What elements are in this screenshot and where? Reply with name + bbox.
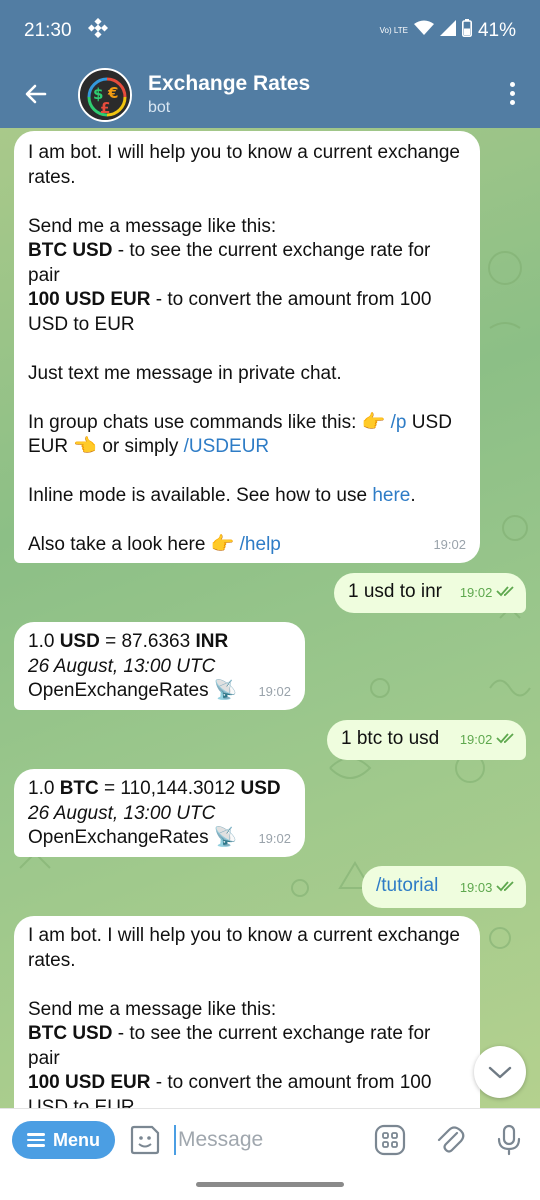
message-bubble-incoming[interactable]: I am bot. I will help you to know a curr…	[14, 916, 480, 1108]
message-text: 1 btc to usd	[341, 728, 440, 749]
message-text: = 110,144.3012	[98, 778, 241, 799]
binance-notification-icon	[87, 17, 109, 44]
message-text: Also take a look here 👉	[28, 534, 240, 555]
message-bold-text: BTC USD	[28, 240, 113, 261]
currency-code: USD	[59, 631, 100, 652]
message-bold-text: 100 USD EUR	[28, 1072, 151, 1093]
scroll-down-button[interactable]	[474, 1046, 526, 1098]
message-time: 19:03	[459, 879, 493, 895]
message-time: 19:02	[433, 536, 466, 552]
chat-title[interactable]: Exchange Rates	[148, 72, 310, 96]
svg-text:£: £	[100, 99, 110, 117]
message-input-bar: Menu	[0, 1108, 540, 1170]
system-navigation-bar	[0, 1170, 540, 1200]
message-text: Just text me message in private chat.	[28, 362, 342, 384]
sticker-icon[interactable]	[128, 1123, 162, 1157]
chat-header: $ € £ Exchange Rates bot	[0, 62, 540, 128]
message-text: 1.0	[28, 631, 60, 652]
message-text: I am bot. I will help you to know a curr…	[28, 925, 460, 971]
clock: 21:30	[24, 20, 72, 41]
message-text: .	[410, 485, 416, 506]
inline-help-link[interactable]: here	[372, 485, 410, 506]
message-bubble-outgoing[interactable]: /tutorial 19:03	[362, 866, 526, 908]
status-bar: 21:30 Vo) LTE 41%	[0, 0, 540, 62]
more-vertical-icon[interactable]	[500, 78, 524, 114]
double-check-icon	[496, 732, 516, 747]
message-text: 1 usd to inr	[348, 581, 442, 602]
message-time: 19:02	[258, 830, 291, 846]
currency-code: USD	[240, 778, 281, 799]
message-bubble-incoming[interactable]: 1.0 USD = 87.6363 INR 26 August, 13:00 U…	[14, 622, 305, 710]
message-bold-text: 100 USD EUR	[28, 289, 151, 310]
command-link-usdeur[interactable]: /USDEUR	[184, 436, 270, 457]
currency-code: BTC	[59, 778, 99, 799]
command-link-p[interactable]: /p	[391, 412, 407, 433]
arrow-left-icon[interactable]	[18, 76, 54, 112]
message-bubble-outgoing[interactable]: 1 btc to usd 19:02	[327, 720, 526, 760]
wifi-icon	[413, 20, 434, 42]
message-bubble-incoming[interactable]: 1.0 BTC = 110,144.3012 USD 26 August, 13…	[14, 769, 305, 857]
microphone-icon[interactable]	[492, 1123, 526, 1157]
message-text: 1.0	[28, 778, 60, 799]
message-bubble-outgoing[interactable]: 1 usd to inr 19:02	[334, 573, 526, 613]
bot-avatar[interactable]: $ € £	[78, 68, 132, 122]
message-text: I am bot. I will help you to know a curr…	[28, 142, 460, 188]
rate-source: OpenExchangeRates 📡	[28, 680, 238, 701]
signal-icon	[439, 20, 456, 42]
attach-icon[interactable]	[433, 1123, 467, 1157]
chevron-down-icon	[488, 1066, 512, 1079]
message-text: = 87.6363	[99, 631, 196, 652]
battery-percent: 41%	[477, 20, 516, 41]
message-text: In group chats use commands like this: 👉	[28, 411, 391, 433]
bot-keyboard-icon[interactable]	[373, 1123, 407, 1157]
menu-button-label: Menu	[53, 1129, 100, 1150]
message-time: 19:02	[258, 683, 291, 699]
double-check-icon	[496, 880, 516, 895]
currency-code: INR	[195, 631, 229, 652]
double-check-icon	[496, 585, 516, 600]
chat-subtitle: bot	[148, 99, 171, 116]
rate-source: OpenExchangeRates 📡	[28, 827, 238, 848]
menu-icon	[27, 1130, 45, 1150]
message-text: Inline mode is available. See how to use	[28, 485, 373, 506]
bot-menu-button[interactable]: Menu	[12, 1121, 115, 1159]
message-text: Send me a message like this:	[28, 215, 277, 237]
message-time: 19:02	[459, 584, 493, 600]
rate-date: 26 August, 13:00 UTC	[28, 655, 216, 677]
command-link-help[interactable]: /help	[240, 534, 281, 555]
message-input[interactable]	[174, 1125, 354, 1155]
home-gesture-handle[interactable]	[196, 1182, 344, 1187]
rate-date: 26 August, 13:00 UTC	[28, 802, 216, 824]
battery-icon	[461, 19, 472, 43]
message-bold-text: BTC USD	[28, 1023, 113, 1044]
volte-icon: Vo) LTE	[379, 26, 408, 35]
chat-messages[interactable]: I am bot. I will help you to know a curr…	[0, 128, 540, 1108]
command-link-tutorial[interactable]: /tutorial	[376, 875, 438, 896]
message-bubble-incoming[interactable]: I am bot. I will help you to know a curr…	[14, 131, 480, 563]
message-time: 19:02	[459, 731, 493, 747]
message-text: Send me a message like this:	[28, 998, 277, 1020]
